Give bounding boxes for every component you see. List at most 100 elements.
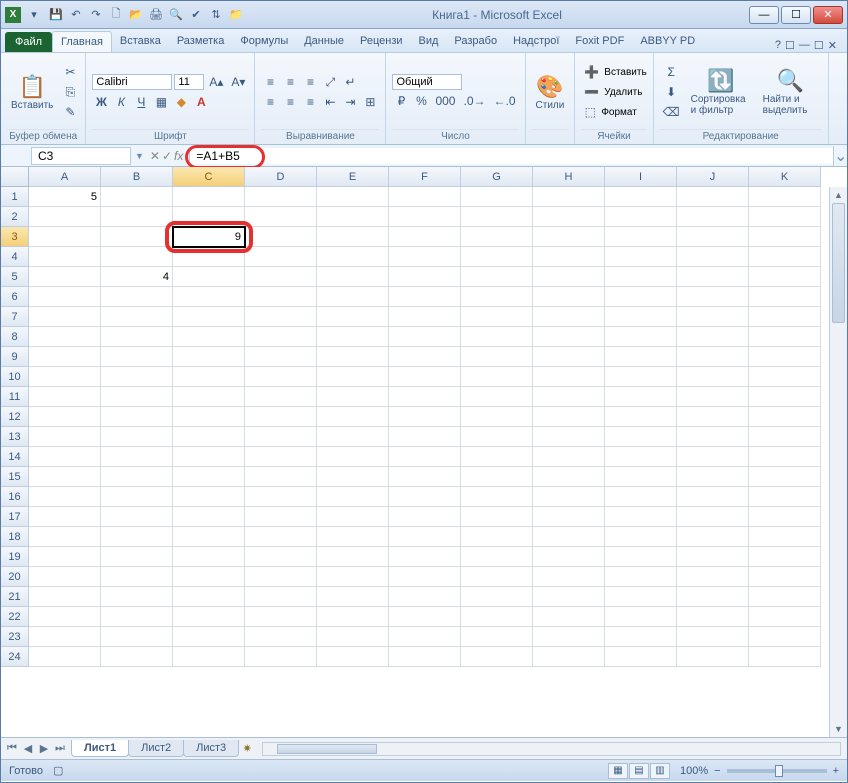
cell-I18[interactable]	[605, 527, 677, 547]
cell-D22[interactable]	[245, 607, 317, 627]
cell-H14[interactable]	[533, 447, 605, 467]
cell-C2[interactable]	[173, 207, 245, 227]
cell-K5[interactable]	[749, 267, 821, 287]
cell-F20[interactable]	[389, 567, 461, 587]
cell-I15[interactable]	[605, 467, 677, 487]
scroll-down-icon[interactable]: ▼	[830, 721, 847, 737]
sheet-nav-first-icon[interactable]: ⏮	[5, 742, 19, 755]
row-header-22[interactable]: 22	[1, 607, 29, 627]
row-header-21[interactable]: 21	[1, 587, 29, 607]
cell-E7[interactable]	[317, 307, 389, 327]
font-name-select[interactable]	[92, 74, 172, 90]
cell-C17[interactable]	[173, 507, 245, 527]
cell-J9[interactable]	[677, 347, 749, 367]
cell-F10[interactable]	[389, 367, 461, 387]
cell-I4[interactable]	[605, 247, 677, 267]
cell-B9[interactable]	[101, 347, 173, 367]
cell-F6[interactable]	[389, 287, 461, 307]
col-header-D[interactable]: D	[245, 167, 317, 187]
fx-icon[interactable]: fx	[174, 149, 183, 163]
new-icon[interactable]: 🗋	[107, 6, 125, 24]
cell-E21[interactable]	[317, 587, 389, 607]
cell-C8[interactable]	[173, 327, 245, 347]
cell-J1[interactable]	[677, 187, 749, 207]
cell-K1[interactable]	[749, 187, 821, 207]
copy-button[interactable]: ⎘	[61, 83, 79, 101]
page-break-view-button[interactable]: ▥	[650, 763, 670, 779]
cell-E22[interactable]	[317, 607, 389, 627]
open-icon[interactable]: 📂	[127, 6, 145, 24]
cell-K2[interactable]	[749, 207, 821, 227]
col-header-H[interactable]: H	[533, 167, 605, 187]
cell-E10[interactable]	[317, 367, 389, 387]
name-box[interactable]	[31, 147, 131, 165]
cell-K9[interactable]	[749, 347, 821, 367]
cell-D6[interactable]	[245, 287, 317, 307]
cell-E1[interactable]	[317, 187, 389, 207]
cell-E23[interactable]	[317, 627, 389, 647]
cell-E15[interactable]	[317, 467, 389, 487]
cell-D21[interactable]	[245, 587, 317, 607]
cell-A13[interactable]	[29, 427, 101, 447]
row-header-13[interactable]: 13	[1, 427, 29, 447]
tab-разрабо[interactable]: Разрабо	[446, 31, 505, 52]
cell-C19[interactable]	[173, 547, 245, 567]
cell-B8[interactable]	[101, 327, 173, 347]
row-header-8[interactable]: 8	[1, 327, 29, 347]
cell-E8[interactable]	[317, 327, 389, 347]
row-header-15[interactable]: 15	[1, 467, 29, 487]
sheet-tab-Лист1[interactable]: Лист1	[71, 740, 129, 757]
cell-K8[interactable]	[749, 327, 821, 347]
cell-H22[interactable]	[533, 607, 605, 627]
cell-J22[interactable]	[677, 607, 749, 627]
scroll-up-icon[interactable]: ▲	[830, 187, 847, 203]
cell-J12[interactable]	[677, 407, 749, 427]
cell-D9[interactable]	[245, 347, 317, 367]
cell-C12[interactable]	[173, 407, 245, 427]
cell-K17[interactable]	[749, 507, 821, 527]
cell-F12[interactable]	[389, 407, 461, 427]
format-cells-button[interactable]: ⬚	[581, 103, 599, 121]
cell-K13[interactable]	[749, 427, 821, 447]
row-header-6[interactable]: 6	[1, 287, 29, 307]
cell-C4[interactable]	[173, 247, 245, 267]
cell-H4[interactable]	[533, 247, 605, 267]
cell-G8[interactable]	[461, 327, 533, 347]
cell-I23[interactable]	[605, 627, 677, 647]
cell-C22[interactable]	[173, 607, 245, 627]
wrap-text-button[interactable]: ↵	[341, 73, 359, 91]
cell-I9[interactable]	[605, 347, 677, 367]
cell-B16[interactable]	[101, 487, 173, 507]
cell-F3[interactable]	[389, 227, 461, 247]
cell-C21[interactable]	[173, 587, 245, 607]
minimize-button[interactable]: —	[749, 6, 779, 24]
cell-C20[interactable]	[173, 567, 245, 587]
paste-button[interactable]: 📋 Вставить	[7, 72, 57, 113]
cell-F8[interactable]	[389, 327, 461, 347]
page-layout-view-button[interactable]: ▤	[629, 763, 649, 779]
cell-E3[interactable]	[317, 227, 389, 247]
tab-данные[interactable]: Данные	[296, 31, 352, 52]
hscroll-thumb[interactable]	[277, 744, 377, 754]
cell-G6[interactable]	[461, 287, 533, 307]
cell-H9[interactable]	[533, 347, 605, 367]
cell-G1[interactable]	[461, 187, 533, 207]
maximize-button[interactable]: ☐	[781, 6, 811, 24]
cell-E14[interactable]	[317, 447, 389, 467]
italic-button[interactable]: К	[112, 93, 130, 111]
comma-button[interactable]: 000	[432, 92, 458, 110]
sheet-nav-next-icon[interactable]: ▶	[37, 742, 51, 755]
cell-H2[interactable]	[533, 207, 605, 227]
cell-D17[interactable]	[245, 507, 317, 527]
cell-A6[interactable]	[29, 287, 101, 307]
cell-J23[interactable]	[677, 627, 749, 647]
cell-D10[interactable]	[245, 367, 317, 387]
cell-B4[interactable]	[101, 247, 173, 267]
cell-B22[interactable]	[101, 607, 173, 627]
preview-icon[interactable]: 🔍	[167, 6, 185, 24]
cell-C1[interactable]	[173, 187, 245, 207]
decrease-indent-button[interactable]: ⇤	[321, 93, 339, 111]
cell-E4[interactable]	[317, 247, 389, 267]
cell-I13[interactable]	[605, 427, 677, 447]
cell-E13[interactable]	[317, 427, 389, 447]
